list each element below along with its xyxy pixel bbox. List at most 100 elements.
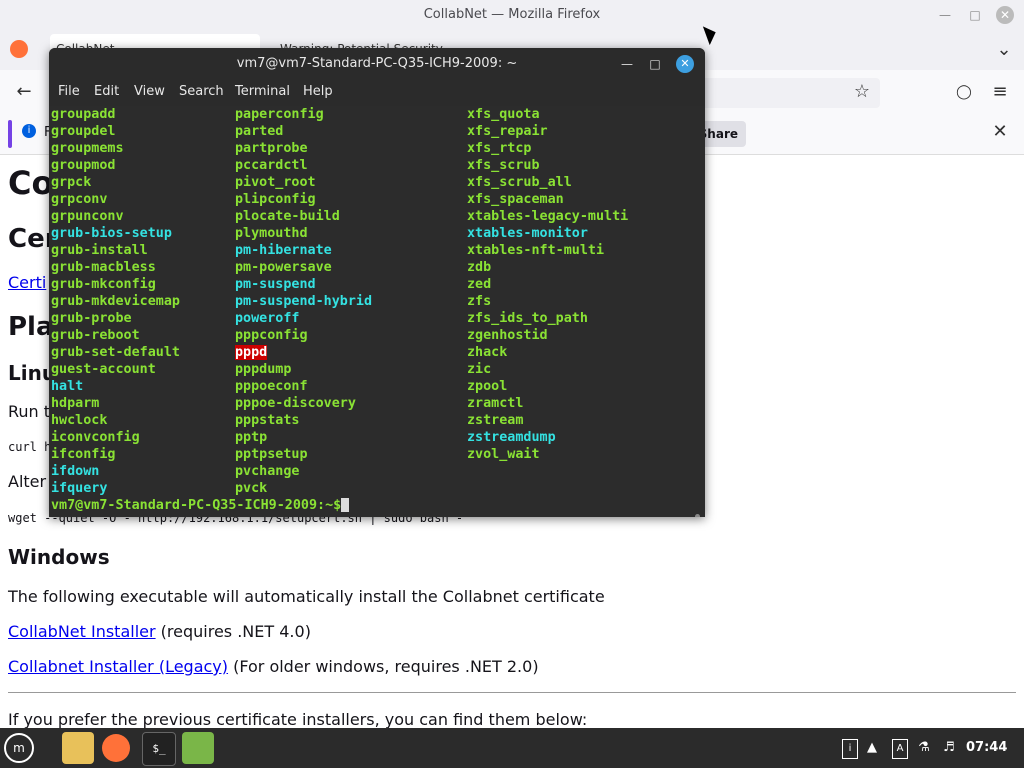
menu-terminal[interactable]: Terminal bbox=[235, 80, 290, 104]
terminal-line: pccardctl bbox=[235, 157, 308, 174]
terminal-titlebar[interactable]: vm7@vm7-Standard-PC-Q35-ICH9-2009: ~ bbox=[49, 48, 705, 80]
terminal-line: pvchange bbox=[235, 463, 300, 480]
menu-file[interactable]: File bbox=[58, 80, 80, 104]
terminal-entry: ifconfig bbox=[51, 447, 116, 462]
terminal-line: ifdown bbox=[51, 463, 99, 480]
terminal-line: plipconfig bbox=[235, 191, 316, 208]
close-notification-icon[interactable]: ✕ bbox=[986, 118, 1014, 146]
terminal-entry: zic bbox=[467, 362, 492, 377]
terminal-entry: xfs_scrub_all bbox=[467, 175, 572, 190]
terminal-line: pm-suspend-hybrid bbox=[235, 293, 372, 310]
terminal-entry: zstream bbox=[467, 413, 524, 428]
legacy-installer-link[interactable]: Collabnet Installer (Legacy) bbox=[8, 657, 228, 676]
terminal-line: pm-powersave bbox=[235, 259, 332, 276]
firefox-launcher-icon[interactable] bbox=[102, 734, 130, 762]
terminal-line: pppstats bbox=[235, 412, 300, 429]
terminal-line: groupdel bbox=[51, 123, 116, 140]
terminal-entry: grpck bbox=[51, 175, 92, 190]
terminal-entry: pppoeconf bbox=[235, 379, 308, 394]
installer-note: (requires .NET 4.0) bbox=[160, 622, 311, 641]
terminal-entry: grub-probe bbox=[51, 311, 132, 326]
star-icon[interactable]: ☆ bbox=[848, 78, 876, 106]
mint-menu-icon[interactable]: m bbox=[4, 733, 34, 763]
terminal-entry: xtables-legacy-multi bbox=[467, 209, 629, 224]
minimize-icon[interactable]: — bbox=[936, 6, 954, 24]
terminal-entry: grpconv bbox=[51, 192, 108, 207]
terminal-scrollbar[interactable] bbox=[695, 514, 700, 517]
notification-accent bbox=[8, 120, 12, 148]
volume-icon[interactable]: ♬ bbox=[940, 739, 958, 757]
close-icon[interactable]: ✕ bbox=[996, 6, 1014, 24]
terminal-entry: zfs bbox=[467, 294, 492, 309]
terminal-entry: pivot_root bbox=[235, 175, 316, 190]
notes-icon[interactable]: i bbox=[842, 739, 858, 759]
terminal-line: zramctl bbox=[467, 395, 523, 412]
terminal-entry: zfs_ids_to_path bbox=[467, 311, 588, 326]
terminal-line: grub-bios-setup bbox=[51, 225, 172, 242]
terminal-entry: grpunconv bbox=[51, 209, 124, 224]
terminal-line: poweroff bbox=[235, 310, 300, 327]
terminal-line: zvol_wait bbox=[467, 446, 540, 463]
terminal-line: pptp bbox=[235, 429, 267, 446]
terminal-launcher-icon[interactable]: $_ bbox=[142, 732, 176, 766]
clock[interactable]: 07:44 bbox=[966, 739, 1007, 757]
terminal-line: ifquery bbox=[51, 480, 107, 497]
terminal-line: guest-account bbox=[51, 361, 156, 378]
windows-description: The following executable will automatica… bbox=[8, 587, 605, 606]
terminal-entry: groupdel bbox=[51, 124, 116, 139]
terminal-line: pppoeconf bbox=[235, 378, 308, 395]
terminal-entry: xfs_rtcp bbox=[467, 141, 532, 156]
mint-update-icon[interactable] bbox=[182, 732, 214, 764]
menu-edit[interactable]: Edit bbox=[94, 80, 119, 104]
terminal-line: hwclock bbox=[51, 412, 107, 429]
page-title: Co bbox=[8, 164, 54, 202]
terminal-entry: groupmems bbox=[51, 141, 124, 156]
terminal-line: pm-suspend bbox=[235, 276, 316, 293]
shield-icon[interactable]: ▲ bbox=[864, 739, 880, 757]
terminal-line: plocate-build bbox=[235, 208, 340, 225]
terminal-minimize-icon[interactable]: — bbox=[617, 54, 637, 74]
back-icon[interactable]: ← bbox=[10, 78, 38, 106]
terminal-entry: grub-mkdevicemap bbox=[51, 294, 180, 309]
menu-help[interactable]: Help bbox=[303, 80, 333, 104]
network-icon[interactable]: ⚗ bbox=[916, 739, 932, 757]
terminal-line: pppconfig bbox=[235, 327, 308, 344]
clipboard-icon[interactable]: A bbox=[892, 739, 908, 759]
terminal-maximize-icon[interactable]: □ bbox=[645, 54, 665, 74]
certificate-link[interactable]: Certi bbox=[8, 273, 46, 292]
terminal-line: zgenhostid bbox=[467, 327, 548, 344]
terminal-line: hdparm bbox=[51, 395, 99, 412]
terminal-line: zpool bbox=[467, 378, 507, 395]
maximize-icon[interactable]: □ bbox=[966, 6, 984, 24]
terminal-line: xfs_scrub bbox=[467, 157, 540, 174]
terminal-cursor bbox=[341, 498, 350, 512]
pocket-icon[interactable]: ◯ bbox=[950, 78, 978, 106]
folder-icon[interactable] bbox=[62, 732, 94, 764]
terminal-entry: halt bbox=[51, 379, 84, 394]
terminal-line: grub-set-default bbox=[51, 344, 180, 361]
firefox-titlebar: CollabNet — Mozilla Firefox bbox=[0, 0, 1024, 30]
terminal-line: xfs_quota bbox=[467, 106, 540, 123]
terminal-line: grpunconv bbox=[51, 208, 124, 225]
collabnet-installer-link[interactable]: CollabNet Installer bbox=[8, 622, 156, 641]
menu-search[interactable]: Search bbox=[179, 80, 224, 104]
terminal-line: grub-install bbox=[51, 242, 148, 259]
terminal-line: grpconv bbox=[51, 191, 107, 208]
terminal-line: xtables-monitor bbox=[467, 225, 588, 242]
terminal-line: ifconfig bbox=[51, 446, 116, 463]
terminal-entry: pccardctl bbox=[235, 158, 308, 173]
alternative-text: Alter bbox=[8, 472, 47, 491]
platform-heading: Pla bbox=[8, 312, 54, 342]
terminal-entry: grub-mkconfig bbox=[51, 277, 156, 292]
curl-command: curl h bbox=[8, 440, 52, 454]
terminal-window[interactable]: vm7@vm7-Standard-PC-Q35-ICH9-2009: ~ — □… bbox=[49, 48, 705, 517]
terminal-line: zstreamdump bbox=[467, 429, 556, 446]
terminal-entry: zed bbox=[467, 277, 492, 292]
terminal-output[interactable]: groupadd groupdel groupmems groupmod grpck gr… bbox=[49, 106, 705, 517]
terminal-line: plymouthd bbox=[235, 225, 308, 242]
terminal-line: zdb bbox=[467, 259, 491, 276]
menu-icon[interactable]: ≡ bbox=[986, 78, 1014, 106]
terminal-close-icon[interactable]: ✕ bbox=[676, 55, 694, 73]
chevron-down-icon[interactable]: ⌄ bbox=[990, 36, 1018, 64]
menu-view[interactable]: View bbox=[134, 80, 165, 104]
